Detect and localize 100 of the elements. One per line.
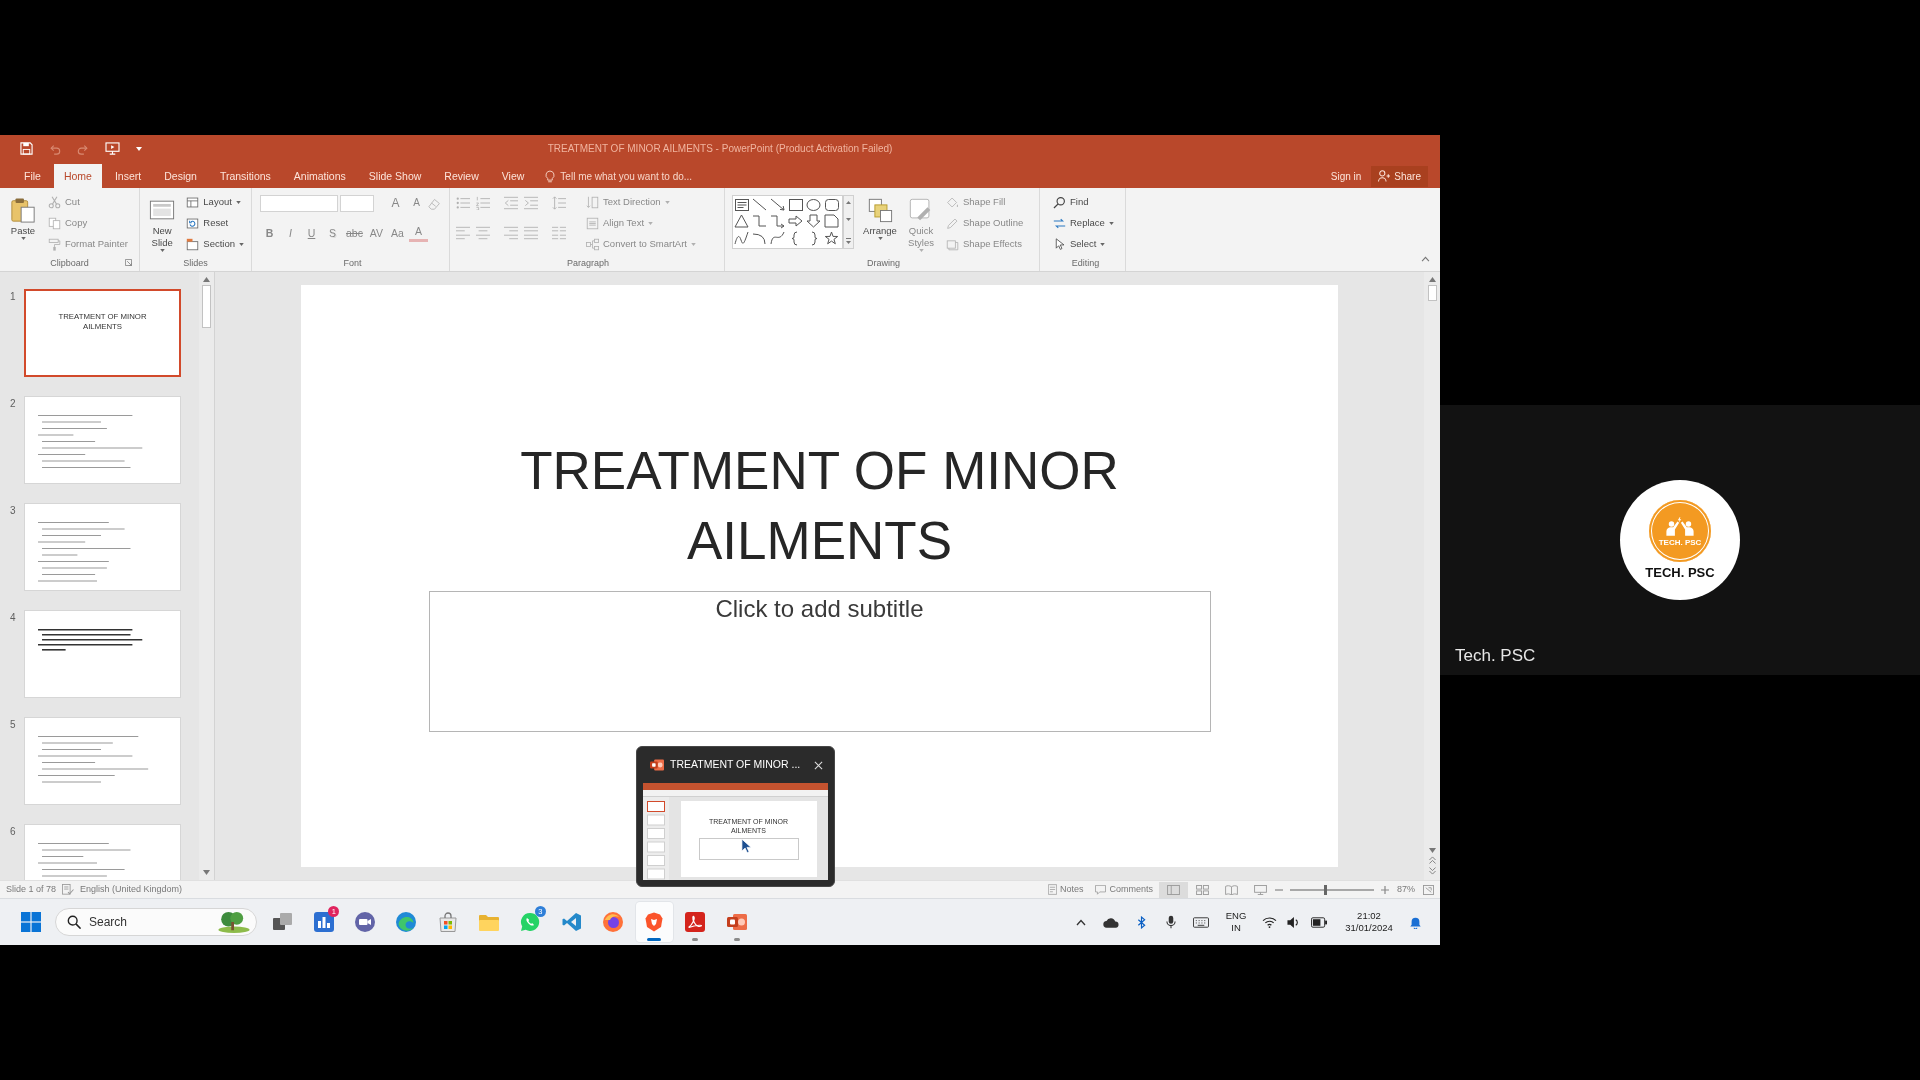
- person-add-icon: [1378, 170, 1391, 182]
- share-button[interactable]: Share: [1371, 165, 1428, 187]
- subtitle-field[interactable]: Click to add subtitle: [428, 591, 1211, 732]
- view-button[interactable]: [1159, 881, 1188, 898]
- ribbon-button[interactable]: Layout: [183, 192, 247, 213]
- layout-icon: [186, 196, 200, 209]
- bar-chart-tile-icon: [313, 912, 334, 932]
- task-view-icon: [272, 913, 293, 931]
- pencil-icon: [946, 217, 959, 230]
- slide-thumbnail[interactable]: [24, 717, 181, 805]
- scroll-down-icon[interactable]: [203, 870, 210, 875]
- ribbon-tab[interactable]: Transitions: [209, 164, 281, 188]
- scroll-up-icon[interactable]: [1428, 277, 1436, 282]
- slide-thumbnail[interactable]: [24, 610, 181, 698]
- lightbulb-icon: [545, 169, 556, 183]
- folder-icon: [479, 913, 500, 931]
- ribbon-tab[interactable]: File: [14, 164, 51, 188]
- ribbon-tab[interactable]: Insert: [104, 164, 152, 188]
- zoom-level[interactable]: 87%: [1389, 882, 1423, 897]
- undo-icon[interactable]: [49, 142, 61, 155]
- language-button[interactable]: ENG IN: [1225, 910, 1247, 934]
- ribbon-tab[interactable]: Home: [53, 164, 102, 188]
- eraser-icon[interactable]: [428, 196, 441, 210]
- search-field[interactable]: Search: [89, 913, 210, 931]
- fit-to-window-icon[interactable]: [1423, 884, 1434, 895]
- tree-icon: [218, 911, 250, 933]
- paintbrush-icon: [48, 238, 61, 251]
- scroll-thumb[interactable]: [1427, 285, 1437, 301]
- save-icon[interactable]: [20, 142, 33, 155]
- ribbon-button[interactable]: Select: [1050, 234, 1117, 255]
- running-indicator: [647, 938, 662, 941]
- ribbon-tab[interactable]: Slide Show: [358, 164, 432, 188]
- notes-button[interactable]: Notes: [1041, 881, 1090, 898]
- wifi-icon[interactable]: [1261, 916, 1277, 928]
- double-caret-up-icon[interactable]: [1428, 856, 1436, 864]
- bell-icon[interactable]: [1408, 915, 1422, 929]
- slide-thumbnail[interactable]: [24, 396, 181, 484]
- ribbon-button[interactable]: New Slide: [144, 190, 181, 256]
- scroll-thumb[interactable]: [202, 285, 211, 328]
- scrollbar[interactable]: [1424, 272, 1440, 880]
- clipboard-icon: [10, 197, 36, 223]
- scroll-up-icon[interactable]: [203, 277, 210, 282]
- bluetooth-icon[interactable]: [1136, 915, 1146, 929]
- people-icon: [1663, 517, 1697, 536]
- ribbon-button[interactable]: Section: [183, 234, 247, 255]
- double-caret-down-icon[interactable]: [1428, 867, 1436, 875]
- ribbon-button[interactable]: Replace: [1050, 213, 1117, 234]
- slide-thumbnail[interactable]: [24, 503, 181, 591]
- plus-icon[interactable]: [1381, 885, 1389, 894]
- search-bar[interactable]: Search: [55, 908, 257, 936]
- participant-name: Tech. PSC: [1455, 645, 1536, 667]
- logo-caption: TECH. PSC: [1645, 564, 1715, 581]
- document-check-icon[interactable]: [62, 884, 75, 895]
- corner-arrow-icon[interactable]: [125, 259, 132, 266]
- slide-number: 3: [9, 504, 17, 518]
- slide-title[interactable]: TREATMENT OF MINOR AILMENTS: [459, 436, 1180, 576]
- chevron-up-icon[interactable]: [1076, 918, 1086, 926]
- taskbar-button[interactable]: [635, 902, 673, 942]
- scroll-down-icon[interactable]: [1428, 848, 1436, 853]
- battery-icon[interactable]: [1311, 916, 1327, 928]
- preview-title: TREATMENT OF MINOR ...: [670, 757, 802, 773]
- ribbon-tab[interactable]: Design: [154, 164, 207, 188]
- slide-number: 6: [9, 825, 17, 839]
- slideshow-icon[interactable]: [105, 142, 120, 155]
- slide-number: 5: [9, 718, 17, 732]
- language-label[interactable]: English (United Kingdom): [80, 882, 183, 897]
- squiggle-tile-icon: [685, 912, 706, 932]
- ribbon-button[interactable]: Paste: [4, 190, 42, 256]
- redo-icon[interactable]: [77, 142, 89, 155]
- ribbon-tab[interactable]: View: [491, 164, 535, 188]
- four-squares-icon[interactable]: [21, 912, 41, 932]
- sign-in-link[interactable]: Sign in: [1330, 168, 1362, 184]
- scrollbar[interactable]: [199, 272, 214, 880]
- screen-icon: [1254, 884, 1267, 895]
- minus-icon[interactable]: [1275, 888, 1283, 891]
- ribbon-button[interactable]: Arrange: [861, 190, 899, 256]
- cursor-icon: [1053, 238, 1066, 251]
- close-icon[interactable]: [814, 760, 823, 770]
- shapes-gallery[interactable]: [732, 195, 854, 249]
- slide-number: 1: [9, 290, 17, 304]
- logo-text: TECH. PSC: [1658, 538, 1702, 547]
- tell-me-field[interactable]: Tell me what you want to do...: [560, 168, 726, 184]
- ribbon-tab[interactable]: Animations: [283, 164, 356, 188]
- presentation-icon: [726, 912, 747, 932]
- book-icon: [1225, 884, 1238, 895]
- effects-icon: [946, 238, 959, 251]
- ribbon-tab[interactable]: Review: [434, 164, 489, 188]
- ribbon-button[interactable]: Reset: [183, 213, 247, 234]
- comment-icon: [1095, 884, 1107, 895]
- keyboard-icon[interactable]: [1193, 916, 1209, 928]
- speaker-icon[interactable]: [1287, 915, 1299, 929]
- search-icon: [67, 915, 81, 929]
- cloud-icon[interactable]: [1103, 916, 1119, 928]
- window-title: TREATMENT OF MINOR AILMENTS - PowerPoint (Product Activation Failed): [547, 142, 893, 156]
- comments-button[interactable]: Comments: [1089, 881, 1159, 898]
- slider-thumb[interactable]: [1323, 884, 1327, 895]
- microphone-icon[interactable]: [1166, 915, 1176, 929]
- caret-icon[interactable]: [136, 146, 142, 151]
- clock-button[interactable]: 21:02 31/01/2024: [1345, 910, 1393, 934]
- ribbon-button[interactable]: Find: [1050, 192, 1117, 213]
